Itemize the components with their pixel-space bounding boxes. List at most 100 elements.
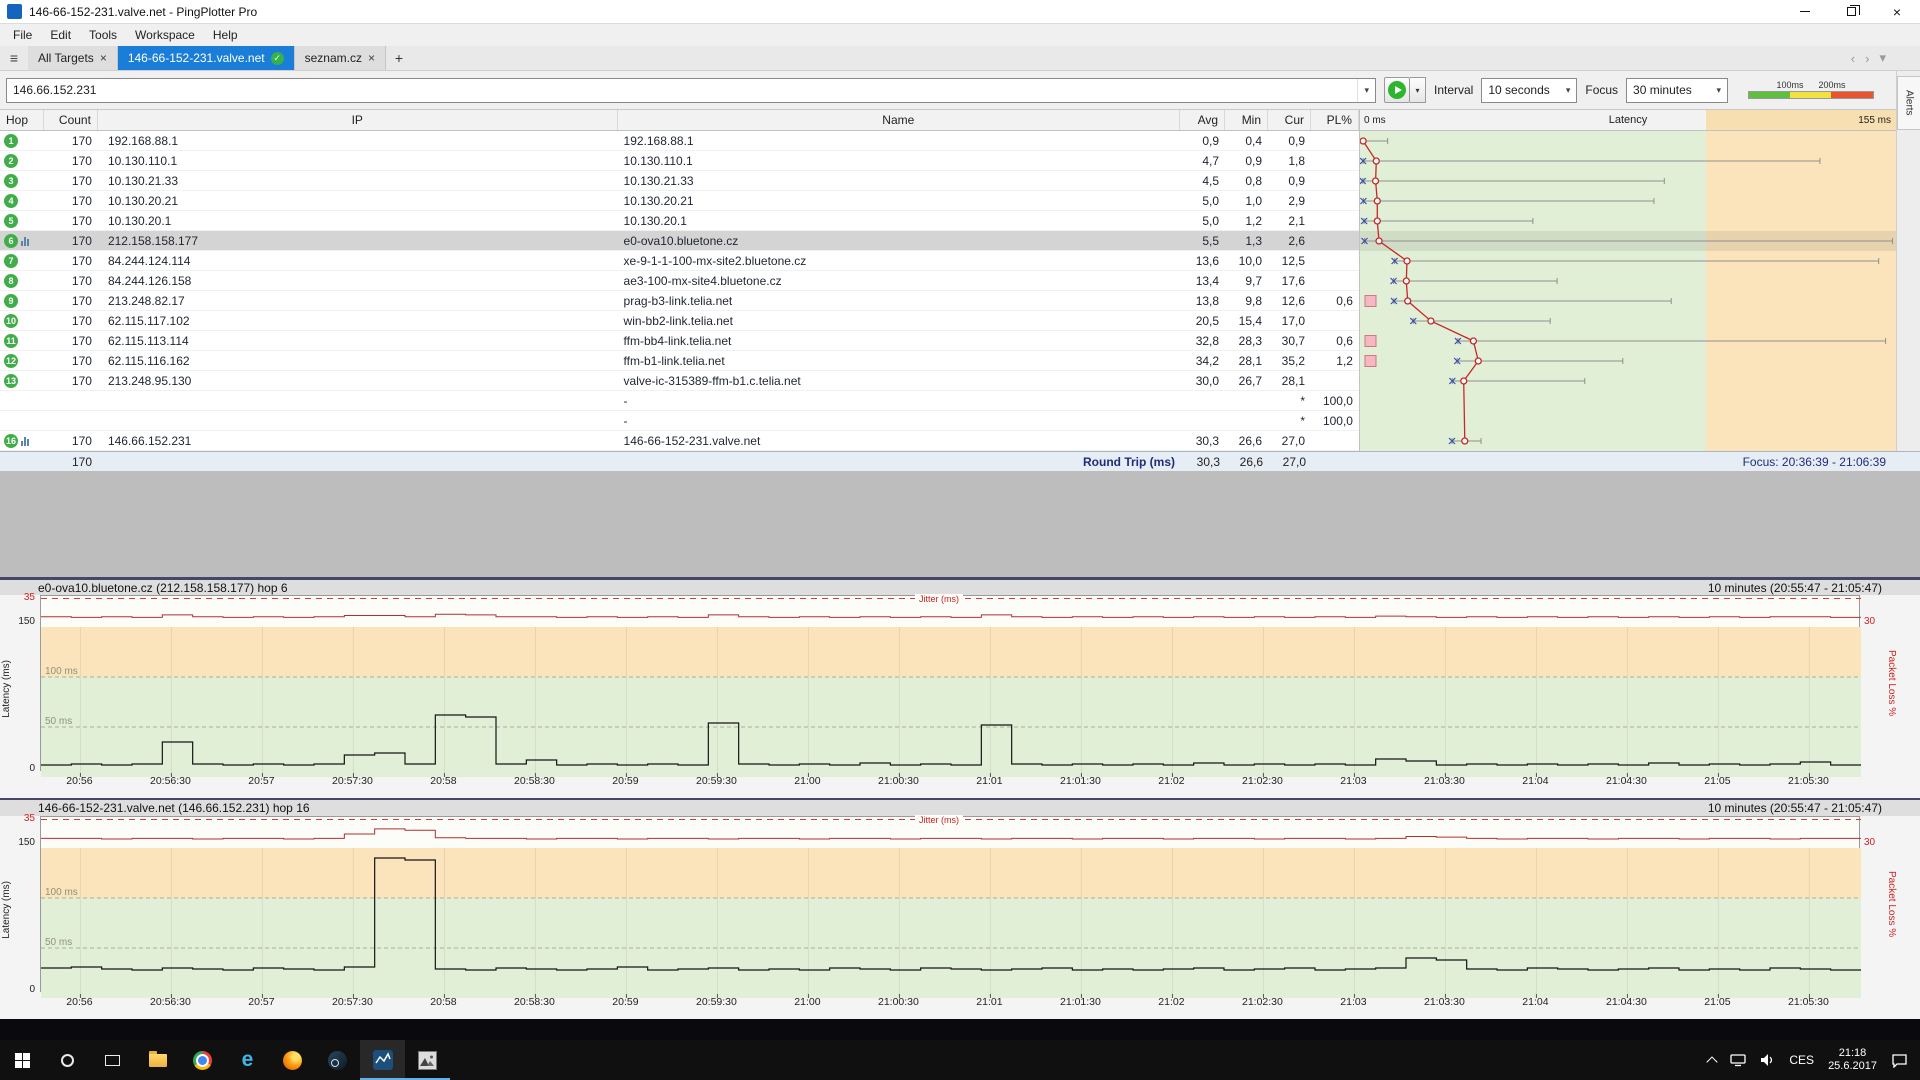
header-avg[interactable]: Avg <box>1180 110 1225 130</box>
header-hop[interactable]: Hop <box>0 110 44 130</box>
target-address-input[interactable]: 146.66.152.231 ▾ <box>6 78 1376 103</box>
graph-header-hop6[interactable]: e0-ova10.bluetone.cz (212.158.158.177) h… <box>0 577 1920 595</box>
table-row-hop-9[interactable]: 9170213.248.82.17prag-b3-link.telia.net1… <box>0 291 1359 311</box>
menu-help[interactable]: Help <box>204 24 247 46</box>
tab-seznam-cz[interactable]: seznam.cz× <box>295 46 386 70</box>
timeline-plot-area[interactable]: 100 ms50 ms <box>40 816 1860 992</box>
table-row-hop-16[interactable]: 16170146.66.152.231146-66-152-231.valve.… <box>0 431 1359 451</box>
count-cell: 170 <box>44 271 98 290</box>
pingplotter-taskbar-button[interactable] <box>360 1040 405 1080</box>
count-cell <box>44 391 98 410</box>
volume-tray-button[interactable] <box>1754 1040 1781 1080</box>
tray-expand-button[interactable] <box>1702 1040 1722 1080</box>
x-tick-label: 21:05:30 <box>1780 996 1836 1008</box>
min-cell: 9,8 <box>1225 291 1268 310</box>
taskbar: CES 21:18 25.6.2017 <box>0 1040 1920 1080</box>
interval-select[interactable]: 10 seconds ▾ <box>1481 78 1577 103</box>
alerts-tab[interactable]: Alerts <box>1897 76 1920 130</box>
x-tick-label: 21:03 <box>1325 775 1381 787</box>
tab-146-66-152-231-valve-net[interactable]: 146-66-152-231.valve.net✓ <box>118 46 295 70</box>
x-tick-label: 21:00:30 <box>870 775 926 787</box>
tab-scroll-left-icon[interactable]: ‹ <box>1851 51 1855 66</box>
cur-cell: 28,1 <box>1268 371 1311 390</box>
tab-close-icon[interactable]: × <box>368 51 375 65</box>
table-row-hop-4[interactable]: 417010.130.20.2110.130.20.215,01,02,9 <box>0 191 1359 211</box>
search-button[interactable] <box>45 1040 90 1080</box>
header-name[interactable]: Name <box>618 110 1181 130</box>
close-button[interactable]: × <box>1874 0 1920 23</box>
table-row-hop-2[interactable]: 217010.130.110.110.130.110.14,70,91,8 <box>0 151 1359 171</box>
focus-select[interactable]: 30 minutes ▾ <box>1626 78 1728 103</box>
hop-cell: 6 <box>0 231 44 250</box>
start-trace-button[interactable] <box>1384 77 1410 103</box>
tab-list-menu-icon[interactable]: ≡ <box>0 46 28 70</box>
tab-all-targets[interactable]: All Targets× <box>28 46 118 70</box>
timeline-graph-hop16[interactable]: 100 ms50 ms35150030Jitter (ms)Latency (m… <box>0 816 1920 1019</box>
tab-list-dropdown-icon[interactable]: ▾ <box>1879 50 1886 66</box>
network-tray-button[interactable] <box>1724 1040 1752 1080</box>
name-cell: valve-ic-315389-ffm-b1.c.telia.net <box>618 371 1181 390</box>
name-cell: 10.130.20.1 <box>618 211 1181 230</box>
cur-cell: 0,9 <box>1268 171 1311 190</box>
header-cur[interactable]: Cur <box>1268 110 1311 130</box>
packetloss-axis-label: Packet Loss % <box>1886 650 1897 716</box>
hop-number-badge: 9 <box>4 294 18 308</box>
trace-latency-panel[interactable] <box>1360 131 1896 451</box>
target-dropdown-icon[interactable]: ▾ <box>1357 79 1375 102</box>
graph-header-hop16[interactable]: 146-66-152-231.valve.net (146.66.152.231… <box>0 798 1920 816</box>
ip-cell: 213.248.95.130 <box>98 371 618 390</box>
chevron-up-icon <box>1707 1056 1718 1067</box>
name-cell: win-bb2-link.telia.net <box>618 311 1181 330</box>
table-row-hop-5[interactable]: 517010.130.20.110.130.20.15,01,22,1 <box>0 211 1359 231</box>
table-row-hop-10[interactable]: 1017062.115.117.102win-bb2-link.telia.ne… <box>0 311 1359 331</box>
keyboard-language-indicator[interactable]: CES <box>1783 1040 1820 1080</box>
table-row-hop-13[interactable]: 13170213.248.95.130valve-ic-315389-ffm-b… <box>0 371 1359 391</box>
table-row-hop-12[interactable]: 1217062.115.116.162ffm-b1-link.telia.net… <box>0 351 1359 371</box>
timeline-plot-area[interactable]: 100 ms50 ms <box>40 595 1860 771</box>
task-view-button[interactable] <box>90 1040 135 1080</box>
table-row-timeout-15[interactable]: -*100,0 <box>0 411 1359 431</box>
chrome-button[interactable] <box>180 1040 225 1080</box>
menu-file[interactable]: File <box>4 24 41 46</box>
start-button[interactable] <box>0 1040 45 1080</box>
edge-button[interactable] <box>225 1040 270 1080</box>
restore-button[interactable] <box>1828 0 1874 23</box>
header-ip[interactable]: IP <box>98 110 618 130</box>
table-row-timeout-14[interactable]: -*100,0 <box>0 391 1359 411</box>
header-min[interactable]: Min <box>1225 110 1268 130</box>
firefox-button[interactable] <box>270 1040 315 1080</box>
count-cell: 170 <box>44 351 98 370</box>
timeline-graph-hop6[interactable]: 100 ms50 ms35150030Jitter (ms)Latency (m… <box>0 595 1920 798</box>
x-tick-label: 21:04:30 <box>1598 996 1654 1008</box>
pl-cell <box>1311 211 1359 230</box>
table-row-hop-8[interactable]: 817084.244.126.158ae3-100-mx-site4.bluet… <box>0 271 1359 291</box>
table-row-hop-1[interactable]: 1170192.168.88.1192.168.88.10,90,40,9 <box>0 131 1359 151</box>
pl-cell <box>1311 231 1359 250</box>
menu-tools[interactable]: Tools <box>80 24 126 46</box>
x-tick-label: 21:03:30 <box>1416 996 1472 1008</box>
tray-time: 21:18 <box>1828 1047 1877 1060</box>
header-pl[interactable]: PL% <box>1311 110 1359 130</box>
table-row-hop-11[interactable]: 1117062.115.113.114ffm-bb4-link.telia.ne… <box>0 331 1359 351</box>
start-trace-dropdown[interactable]: ▾ <box>1410 77 1426 103</box>
menu-workspace[interactable]: Workspace <box>126 24 204 46</box>
header-count[interactable]: Count <box>44 110 98 130</box>
hop-number-badge: 1 <box>4 134 18 148</box>
minimize-button[interactable] <box>1782 0 1828 23</box>
table-row-hop-7[interactable]: 717084.244.124.114xe-9-1-1-100-mx-site2.… <box>0 251 1359 271</box>
tab-close-icon[interactable]: × <box>100 51 107 65</box>
photos-taskbar-button[interactable] <box>405 1040 450 1080</box>
table-row-hop-3[interactable]: 317010.130.21.3310.130.21.334,50,80,9 <box>0 171 1359 191</box>
cur-cell: 2,6 <box>1268 231 1311 250</box>
table-row-hop-6[interactable]: 6170212.158.158.177e0-ova10.bluetone.cz5… <box>0 231 1359 251</box>
action-center-button[interactable] <box>1885 1040 1914 1080</box>
clock[interactable]: 21:18 25.6.2017 <box>1822 1040 1883 1080</box>
steam-button[interactable] <box>315 1040 360 1080</box>
tab-scroll-right-icon[interactable]: › <box>1865 51 1869 66</box>
count-cell: 170 <box>44 431 98 450</box>
x-tick-label: 20:57 <box>233 775 289 787</box>
tab-check-icon: ✓ <box>271 52 284 65</box>
add-tab-button[interactable]: + <box>386 46 412 70</box>
file-explorer-button[interactable] <box>135 1040 180 1080</box>
menu-edit[interactable]: Edit <box>41 24 80 46</box>
